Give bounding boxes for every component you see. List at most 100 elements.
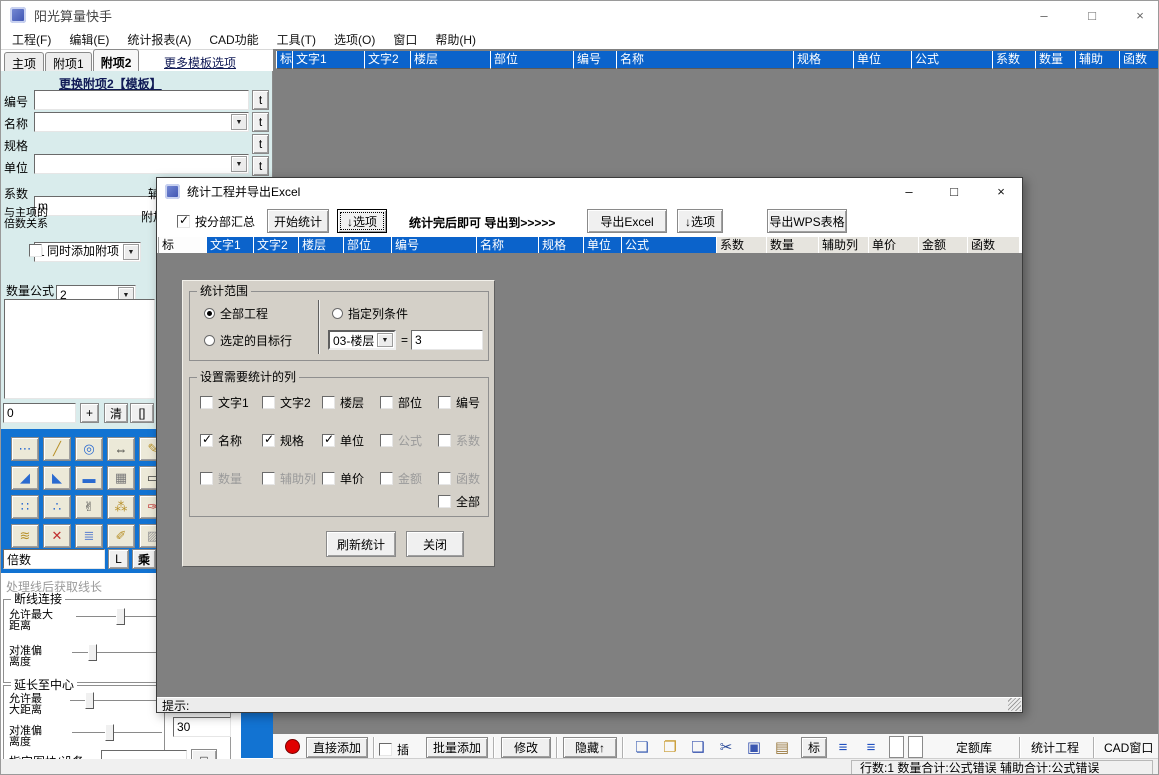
biao-button[interactable]: 标 [801,737,827,758]
text-pencil-icon[interactable]: ✐ [107,524,135,548]
measure-zoom-icon[interactable]: ◎ [75,437,103,461]
align-offset-slider[interactable] [72,644,162,662]
resize-grip[interactable] [1008,698,1021,711]
check-col-text1[interactable]: 文字1 [200,394,262,411]
save-icon[interactable]: ❑ [687,737,709,757]
formula-plus-button[interactable]: + [80,403,99,423]
empty-slot-button[interactable] [889,736,904,758]
scope-all-radio[interactable]: 全部工程 [204,305,268,322]
options-button-1[interactable]: ↓选项 [337,209,387,233]
slider-thumb[interactable] [88,644,97,661]
list-icon[interactable]: ≡ [831,737,855,757]
extend-distance-input[interactable]: 30 [173,717,231,737]
multiplier-input[interactable]: 倍数 [3,549,105,569]
modify-button[interactable]: 修改 [501,737,551,758]
count-zoom-icon[interactable]: ∴ [43,495,71,519]
dialog-close-button-2[interactable]: 关闭 [406,531,464,557]
menu-item[interactable]: 选项(O) [325,31,384,48]
cut-icon[interactable]: ✂ [715,737,737,757]
record-icon[interactable] [285,739,300,754]
refresh-statistics-button[interactable]: 刷新统计 [326,531,396,557]
new-file-icon[interactable]: ❏ [631,737,653,757]
batch-add-button[interactable]: 批量添加 [426,737,488,758]
name-combobox[interactable]: ▼ [34,112,249,132]
close-button[interactable]: × [1123,1,1157,29]
formula-clear-button[interactable]: 清 [104,403,128,423]
max-distance-slider[interactable] [76,608,162,626]
slider-thumb[interactable] [85,692,94,709]
count-dots-icon[interactable]: ∷ [11,495,39,519]
count-select-icon[interactable]: ✌ [75,495,103,519]
quota-lib-button[interactable]: 定额库 [956,739,992,756]
check-col-unit[interactable]: 单位 [322,432,380,449]
scope-column-condition-radio[interactable]: 指定列条件 [332,305,408,322]
name-t-button[interactable]: t [252,112,269,132]
menu-item[interactable]: 窗口 [384,31,426,48]
area-measure-icon[interactable]: ◢ [11,466,39,490]
direct-add-button[interactable]: 直接添加 [306,737,368,758]
scope-selected-rows-radio[interactable]: 选定的目标行 [204,332,292,349]
measure-ruler-icon[interactable]: ╱ [43,437,71,461]
options-button-2[interactable]: ↓选项 [677,209,723,233]
menu-item[interactable]: 编辑(E) [60,31,118,48]
left-tab[interactable]: 附项2 [93,49,140,71]
multiplier-l-button[interactable]: L [108,549,129,569]
left-tab[interactable]: 附项1 [45,52,92,71]
layers-icon[interactable]: ≣ [75,524,103,548]
check-col-name[interactable]: 名称 [200,432,262,449]
multiplier-multiply-button[interactable]: 乘 [132,549,156,569]
chevron-down-icon[interactable]: ▼ [123,244,139,260]
menu-item[interactable]: 工程(F) [3,31,60,48]
check-all-checkbox[interactable]: 全部 [438,493,480,510]
menu-item[interactable]: 统计报表(A) [118,31,200,48]
formula-bracket-button[interactable]: [] [130,403,154,423]
minimize-button[interactable]: – [1027,1,1061,29]
maximize-button[interactable]: □ [1075,1,1109,29]
stat-project-button[interactable]: 统计工程 [1031,739,1079,756]
chevron-down-icon[interactable]: ▼ [231,114,247,130]
left-tab[interactable]: 主项 [4,52,44,71]
summary-checkbox[interactable]: 按分部汇总 [177,213,255,230]
paste-icon[interactable]: ▤ [771,737,793,757]
check-col-spec[interactable]: 规格 [262,432,322,449]
check-col-text2[interactable]: 文字2 [262,394,322,411]
check-col-formula[interactable]: 公式 [380,432,438,449]
dialog-maximize-button[interactable]: □ [937,178,971,204]
layers-delete-icon[interactable]: ✕ [43,524,71,548]
check-col-amount[interactable]: 金额 [380,470,438,487]
condition-column-combobox[interactable]: 03-楼层▼ [328,330,396,350]
export-excel-button[interactable]: 导出Excel [587,209,667,233]
unit-t-button[interactable]: t [252,156,269,176]
check-col-price[interactable]: 单价 [322,470,380,487]
check-col-part[interactable]: 部位 [380,394,438,411]
menu-item[interactable]: 工具(T) [268,31,325,48]
area-measure-alt-icon[interactable]: ◣ [43,466,71,490]
spec-combobox[interactable]: ▼ [34,154,249,174]
menu-item[interactable]: CAD功能 [200,31,267,48]
add-attachment-checkbox[interactable]: 同时添加附项 [29,242,119,259]
layers-extract-icon[interactable]: ≋ [11,524,39,548]
rect-measure-icon[interactable]: ▦ [107,466,135,490]
menu-item[interactable]: 帮助(H) [426,31,485,48]
count-circles-icon[interactable]: ⁂ [107,495,135,519]
slider-thumb[interactable] [116,608,125,625]
check-col-floor[interactable]: 楼层 [322,394,380,411]
copy-icon[interactable]: ▣ [743,737,765,757]
check-col-func[interactable]: 函数 [438,470,496,487]
check-col-code[interactable]: 编号 [438,394,496,411]
check-col-qty[interactable]: 数量 [200,470,262,487]
dialog-close-button[interactable]: × [984,178,1018,204]
check-col-aux[interactable]: 辅助列 [262,470,322,487]
extend-max-distance-slider[interactable] [70,692,160,710]
code-t-button[interactable]: t [252,90,269,110]
hide-button[interactable]: 隐藏↑ [563,737,617,758]
text-width-icon[interactable]: ⇔ [107,437,135,461]
empty-slot-button[interactable] [908,736,923,758]
code-input[interactable] [34,90,249,110]
extend-align-offset-slider[interactable] [72,724,162,742]
check-col-coeff[interactable]: 系数 [438,432,496,449]
slider-thumb[interactable] [105,724,114,741]
dialog-minimize-button[interactable]: – [892,178,926,204]
start-statistics-button[interactable]: 开始统计 [267,209,329,233]
measure-dashed-ruler-icon[interactable]: ▬ [75,466,103,490]
